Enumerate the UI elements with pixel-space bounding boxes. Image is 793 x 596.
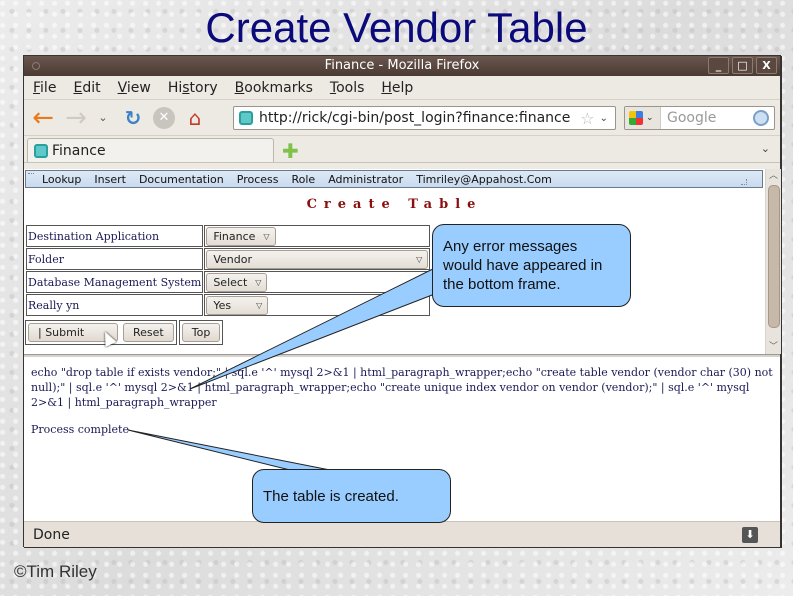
form-heading: Create Table xyxy=(306,197,483,212)
chevron-down-icon: ▽ xyxy=(255,277,262,287)
search-engine-selector[interactable]: ⌄ xyxy=(625,107,661,129)
top-frame: Lookup Insert Documentation Process Role… xyxy=(24,169,765,352)
app-menu-documentation[interactable]: Documentation xyxy=(139,173,224,186)
app-menu-role[interactable]: Role xyxy=(292,173,316,186)
url-text[interactable]: http://rick/cgi-bin/post_login?finance:f… xyxy=(259,110,580,126)
app-menu: Lookup Insert Documentation Process Role… xyxy=(25,170,763,188)
maximize-button[interactable]: □ xyxy=(732,57,753,74)
folder-select[interactable]: Vendor ▽ xyxy=(206,249,429,269)
search-input[interactable]: Google xyxy=(667,110,753,126)
field-label: Really yn xyxy=(26,294,204,316)
grip-icon xyxy=(28,173,34,177)
resize-grip-icon[interactable] xyxy=(741,179,747,185)
google-icon xyxy=(629,111,643,125)
scrollbar-thumb[interactable] xyxy=(768,185,780,328)
stop-icon[interactable]: ✕ xyxy=(153,106,175,129)
top-frame-scrollbar[interactable]: ︿ ﹀ xyxy=(765,169,781,354)
command-output: echo "drop table if exists vendor;" | sq… xyxy=(31,366,773,409)
menu-bookmarks[interactable]: Bookmarks xyxy=(235,80,313,96)
download-icon[interactable]: ⬇ xyxy=(742,527,758,543)
app-menu-user[interactable]: Timriley@Appahost.Com xyxy=(416,173,552,186)
really-yn-select[interactable]: Yes ▽ xyxy=(206,295,269,315)
chevron-down-icon: ▽ xyxy=(263,231,270,241)
form-row: Database Management System Select ▽ xyxy=(26,271,431,293)
tab-label: Finance xyxy=(52,142,106,159)
callout-error-messages: Any error messages would have appeared i… xyxy=(432,224,631,307)
form-buttons: | Submit Reset Top xyxy=(25,320,225,345)
navigation-toolbar: ← → ⌄ ↻ ✕ ⌂ http://rick/cgi-bin/post_log… xyxy=(24,100,780,136)
chevron-down-icon: ⌄ xyxy=(646,113,654,123)
menu-edit[interactable]: Edit xyxy=(73,80,100,96)
tab-list-icon[interactable]: ⌄ xyxy=(761,142,770,155)
field-label: Folder xyxy=(26,248,204,270)
menu-tools[interactable]: Tools xyxy=(330,80,365,96)
form-row: Folder Vendor ▽ xyxy=(26,248,431,270)
menu-view[interactable]: View xyxy=(118,80,151,96)
app-menu-lookup[interactable]: Lookup xyxy=(42,173,81,186)
scroll-down-icon[interactable]: ﹀ xyxy=(766,340,781,354)
search-icon[interactable] xyxy=(753,110,769,126)
app-menu-process[interactable]: Process xyxy=(237,173,279,186)
reset-button[interactable]: Reset xyxy=(123,323,174,342)
process-status: Process complete xyxy=(31,423,129,436)
search-box[interactable]: ⌄ Google xyxy=(624,106,775,130)
menubar: File Edit View History Bookmarks Tools H… xyxy=(24,76,780,100)
menu-file[interactable]: File xyxy=(33,80,56,96)
chevron-down-icon: ▽ xyxy=(256,300,263,310)
form-row: Really yn Yes ▽ xyxy=(26,294,431,316)
tab-finance[interactable]: Finance xyxy=(27,138,274,162)
top-button[interactable]: Top xyxy=(181,323,221,342)
chevron-down-icon: ▽ xyxy=(416,254,423,264)
field-label: Database Management System xyxy=(26,271,204,293)
back-arrow-icon[interactable]: ← xyxy=(30,103,56,133)
app-menu-administrator[interactable]: Administrator xyxy=(328,173,403,186)
bookmark-star-icon[interactable]: ☆ xyxy=(580,109,594,128)
forward-arrow-icon[interactable]: → xyxy=(63,103,89,133)
new-tab-icon[interactable]: ✚ xyxy=(282,139,299,163)
form-row: Destination Application Finance ▽ xyxy=(26,225,431,247)
menu-history[interactable]: History xyxy=(168,80,218,96)
history-dropdown-icon[interactable]: ⌄ xyxy=(96,105,110,131)
minimize-button[interactable]: _ xyxy=(708,57,729,74)
url-bar[interactable]: http://rick/cgi-bin/post_login?finance:f… xyxy=(233,106,616,130)
window-titlebar[interactable]: Finance - Mozilla Firefox _ □ X xyxy=(24,56,780,76)
url-dropdown-icon[interactable]: ⌄ xyxy=(600,113,608,124)
menu-help[interactable]: Help xyxy=(381,80,413,96)
callout-table-created: The table is created. xyxy=(252,469,451,523)
window-title: Finance - Mozilla Firefox xyxy=(324,58,480,73)
slide-title: Create Vendor Table xyxy=(205,4,588,51)
site-favicon xyxy=(34,143,48,158)
window-menu-icon[interactable] xyxy=(32,62,40,70)
site-favicon xyxy=(239,111,253,125)
tab-bar: Finance ✚ ⌄ xyxy=(24,136,780,163)
reload-icon[interactable]: ↻ xyxy=(120,105,146,131)
create-table-form: Destination Application Finance ▽ Folder … xyxy=(25,224,431,317)
destination-application-select[interactable]: Finance ▽ xyxy=(206,226,276,246)
copyright: ©Tim Riley xyxy=(14,562,97,581)
scroll-up-icon[interactable]: ︿ xyxy=(766,169,781,183)
status-text: Done xyxy=(33,526,70,543)
status-bar: Done ⬇ xyxy=(24,521,780,547)
home-icon[interactable]: ⌂ xyxy=(182,105,208,131)
app-menu-insert[interactable]: Insert xyxy=(94,173,126,186)
field-label: Destination Application xyxy=(26,225,204,247)
database-management-system-select[interactable]: Select ▽ xyxy=(206,272,268,292)
close-button[interactable]: X xyxy=(756,57,777,74)
